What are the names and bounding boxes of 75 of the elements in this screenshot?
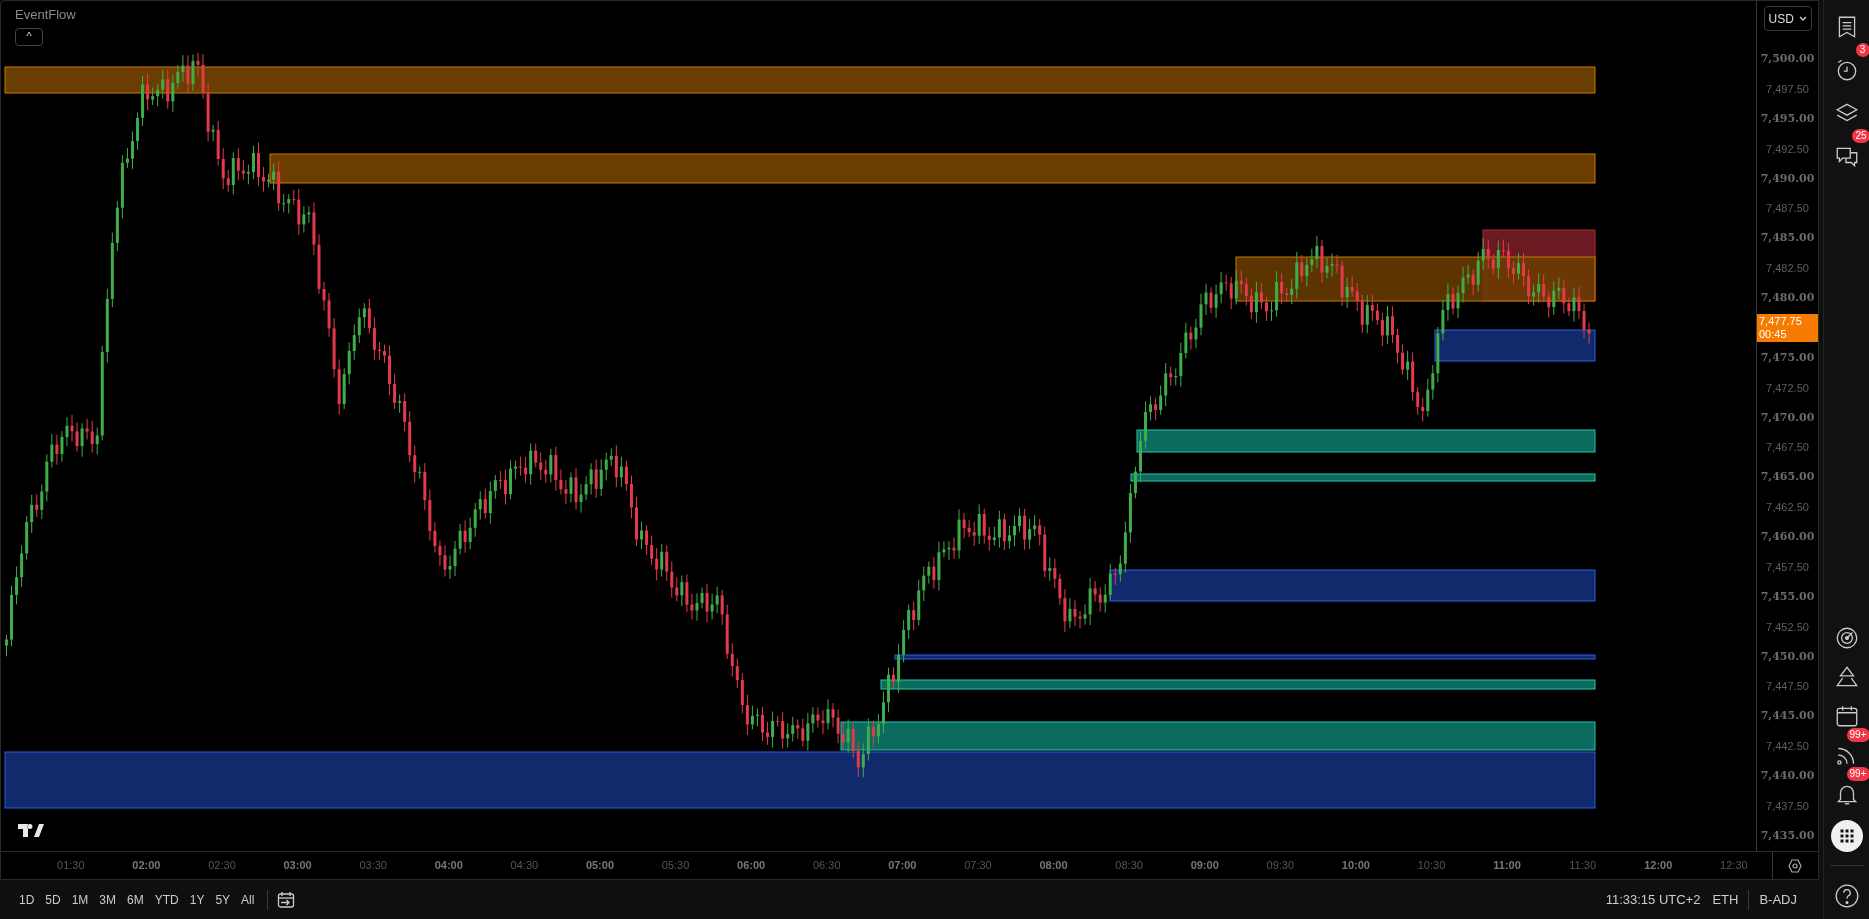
time-label: 02:00: [132, 858, 161, 874]
price-label: 7,492.50: [1766, 141, 1809, 157]
time-label: 11:00: [1493, 858, 1521, 874]
time-label: 04:30: [510, 858, 539, 874]
time-label: 05:30: [661, 858, 690, 874]
price-label: 7,482.50: [1766, 261, 1809, 277]
time-label: 08:30: [1115, 858, 1143, 874]
time-label: 06:00: [737, 858, 766, 874]
price-label: 7,460.00: [1760, 529, 1815, 546]
price-label: 7,445.00: [1760, 708, 1815, 725]
current-price-tag: 7,477.75 00:45: [1757, 314, 1818, 343]
time-label: 05:00: [585, 858, 614, 874]
time-label: 10:30: [1417, 858, 1446, 874]
collapse-button[interactable]: ^: [15, 27, 43, 46]
indicator-title: EventFlow: [15, 6, 76, 24]
price-label: 7,500.00: [1760, 51, 1815, 68]
range-button[interactable]: 5Y: [210, 887, 236, 912]
count-badge: 99+: [1846, 767, 1869, 781]
price-label: 7,455.00: [1760, 588, 1815, 605]
time-label: 12:30: [1720, 858, 1748, 874]
range-button[interactable]: 6M: [122, 887, 149, 912]
time-label: 09:30: [1266, 858, 1295, 874]
range-button[interactable]: 3M: [94, 887, 122, 912]
time-label: 10:00: [1341, 858, 1370, 874]
time-label: 07:30: [964, 858, 992, 874]
price-label: 7,467.50: [1766, 440, 1809, 456]
price-label: 7,485.00: [1760, 230, 1815, 247]
price-label: 7,457.50: [1766, 559, 1809, 575]
time-label: 09:00: [1190, 858, 1219, 874]
currency-dropdown[interactable]: USD: [1763, 6, 1812, 32]
time-label: 06:30: [812, 858, 841, 874]
price-label: 7,495.00: [1760, 110, 1815, 127]
count-badge: 3: [1855, 43, 1869, 57]
settings-icon[interactable]: [1788, 858, 1803, 873]
price-label: 7,487.50: [1766, 201, 1809, 217]
price-label: 7,440.00: [1760, 768, 1815, 785]
session-button[interactable]: ETH: [1706, 889, 1745, 910]
logo-icon: [18, 824, 44, 837]
time-label: 07:00: [888, 858, 917, 874]
price-label: 7,490.00: [1760, 170, 1815, 187]
clock-text[interactable]: 11:33:15 UTC+2: [1599, 889, 1707, 910]
range-button[interactable]: 5D: [40, 887, 66, 912]
count-badge: 25: [1852, 129, 1869, 143]
time-label: 12:00: [1644, 858, 1673, 874]
range-button[interactable]: 1M: [66, 887, 94, 912]
time-label: 02:30: [208, 858, 236, 874]
range-button[interactable]: All: [236, 887, 260, 912]
price-label: 7,480.00: [1760, 290, 1815, 307]
calendar-icon[interactable]: [276, 889, 297, 910]
count-badge: 99+: [1846, 728, 1869, 742]
price-label: 7,452.50: [1766, 619, 1809, 635]
apps-grid-icon[interactable]: [1830, 820, 1863, 852]
chevron-icon: [1798, 15, 1807, 22]
price-label: 7,497.50: [1766, 81, 1809, 97]
price-label: 7,470.00: [1760, 409, 1815, 426]
range-button[interactable]: YTD: [149, 887, 184, 912]
time-label: 03:30: [359, 858, 387, 874]
help-icon[interactable]: [1833, 883, 1860, 909]
price-label: 7,447.50: [1766, 679, 1809, 695]
price-label: 7,450.00: [1760, 648, 1815, 665]
price-label: 7,472.50: [1766, 380, 1809, 396]
time-label: 03:00: [283, 858, 312, 874]
price-label: 7,465.00: [1760, 469, 1815, 486]
price-label: 7,437.50: [1766, 798, 1809, 814]
range-button[interactable]: 1D: [14, 887, 40, 912]
time-label: 11:30: [1569, 858, 1597, 874]
time-label: 04:00: [434, 858, 463, 874]
price-label: 7,475.00: [1760, 349, 1815, 366]
time-label: 08:00: [1039, 858, 1068, 874]
range-button[interactable]: 1Y: [184, 887, 210, 912]
price-label: 7,435.00: [1760, 827, 1815, 844]
price-label: 7,462.50: [1766, 500, 1809, 516]
adjustment-button[interactable]: B-ADJ: [1753, 889, 1803, 910]
time-label: 01:30: [57, 858, 85, 874]
price-label: 7,442.50: [1766, 739, 1809, 755]
